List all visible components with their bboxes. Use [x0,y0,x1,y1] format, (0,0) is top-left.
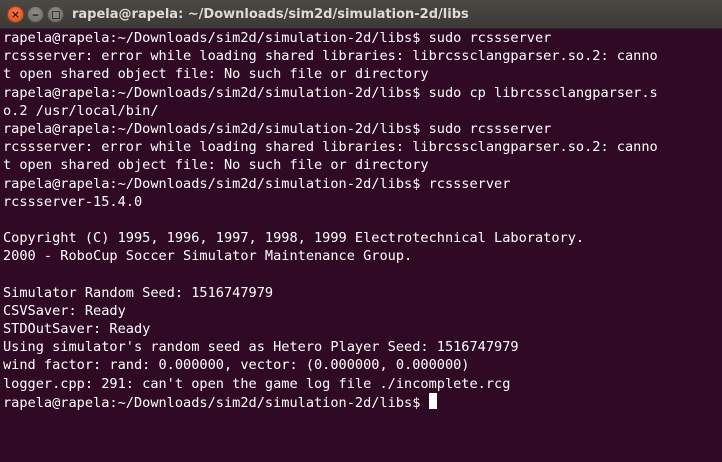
terminal-line: rcssserver: error while loading shared l… [3,139,658,156]
close-button[interactable]: × [7,6,24,23]
terminal-line: rapela@rapela:~/Downloads/sim2d/simulati… [3,84,658,101]
text-cursor [428,392,437,409]
terminal-output[interactable]: rapela@rapela:~/Downloads/sim2d/simulati… [3,29,722,462]
maximize-icon [51,10,60,19]
terminal-window: × – rapela@rapela: ~/Downloads/sim2d/sim… [0,0,722,462]
terminal-line: t open shared object file: No such file … [3,66,429,83]
terminal-line: rapela@rapela:~/Downloads/sim2d/simulati… [3,120,552,137]
terminal-line: 2000 - RoboCup Soccer Simulator Maintena… [3,248,413,265]
terminal-line: rcssserver: error while loading shared l… [3,48,658,65]
terminal-line: t open shared object file: No such file … [3,157,429,174]
terminal-line: Simulator Random Seed: 1516747979 [3,284,274,301]
title-bar[interactable]: × – rapela@rapela: ~/Downloads/sim2d/sim… [0,0,722,29]
maximize-button[interactable] [47,6,64,23]
terminal-line: rapela@rapela:~/Downloads/sim2d/simulati… [3,175,511,192]
terminal-line: rapela@rapela:~/Downloads/sim2d/simulati… [3,30,552,46]
terminal-line: o.2 /usr/local/bin/ [3,102,159,119]
terminal-line: logger.cpp: 291: can't open the game log… [3,375,511,392]
terminal-line: rcssserver-15.4.0 [3,193,143,210]
terminal-line: wind factor: rand: 0.000000, vector: (0.… [3,357,470,374]
terminal-line: Copyright (C) 1995, 1996, 1997, 1998, 19… [3,230,585,247]
window-title: rapela@rapela: ~/Downloads/sim2d/simulat… [72,7,469,22]
terminal-line: CSVSaver: Ready [3,302,126,319]
close-icon: × [10,8,21,21]
minimize-icon: – [32,6,39,23]
minimize-button[interactable]: – [27,6,44,23]
prompt-line[interactable]: rapela@rapela:~/Downloads/sim2d/simulati… [3,392,722,411]
terminal-line: STDOutSaver: Ready [3,321,151,337]
terminal-line: Using simulator's random seed as Hetero … [3,339,519,356]
shell-prompt: rapela@rapela:~/Downloads/sim2d/simulati… [3,394,429,411]
